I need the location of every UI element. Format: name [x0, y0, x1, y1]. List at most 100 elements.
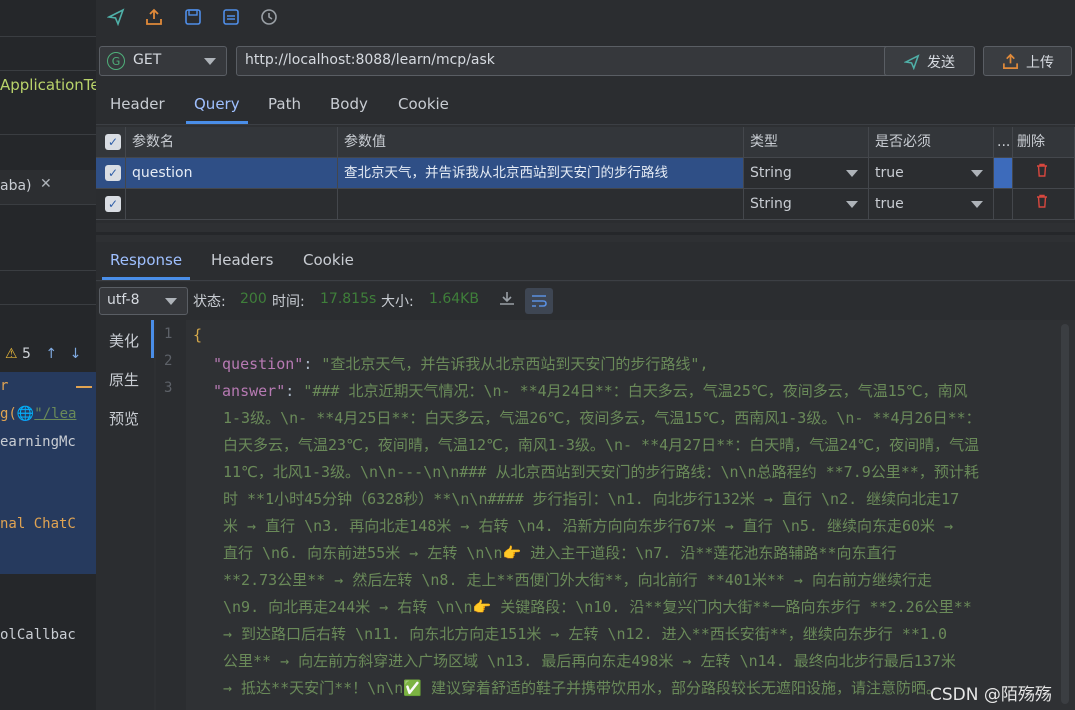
code-line: r [0, 378, 9, 394]
row-more-cell[interactable] [994, 189, 1013, 220]
line-number: 1 [164, 326, 173, 342]
arrow-up-icon[interactable]: ↑ [45, 346, 57, 362]
json-line: "answer": "### 北京近期天气情况：\n- **4月24日**：白天… [213, 382, 968, 400]
view-mode-preview[interactable]: 预览 [109, 408, 139, 429]
editor-tab-label: aba) [0, 178, 32, 194]
send-button[interactable]: 发送 [884, 46, 975, 76]
col-header-delete: 删除 [1013, 127, 1075, 158]
tab-header[interactable]: Header [110, 86, 165, 124]
delete-icon[interactable] [1013, 158, 1075, 189]
send-icon[interactable] [105, 6, 127, 28]
splitter[interactable] [96, 232, 1075, 235]
param-name-cell[interactable] [126, 189, 338, 220]
line-gutter: 1 2 3 [156, 320, 186, 710]
col-header-more[interactable]: ... [994, 127, 1013, 158]
editor-tab[interactable]: aba) ✕ [0, 170, 96, 205]
json-wrap-line: → 抵达**天安门**！\n\n✅ 建议穿着舒适的鞋子并携带饮用水，部分路段较长… [223, 679, 942, 697]
json-wrap-line: \n9. 向北再走244米 → 右转 \n\n👉 关键路段：\n10. 沿**复… [223, 598, 972, 616]
line-number: 2 [164, 353, 173, 369]
param-name-cell[interactable]: question [126, 158, 338, 189]
param-type-label: String [750, 165, 792, 181]
tab-body[interactable]: Body [330, 86, 368, 124]
time-value: 17.815s [320, 291, 377, 307]
col-header-type: 类型 [744, 127, 869, 158]
col-header-required: 是否必须 [869, 127, 994, 158]
json-line: "question": "查北京天气，并告诉我从北京西站到天安门的步行路线", [213, 355, 709, 373]
checkbox-checked-icon: ✓ [105, 165, 121, 181]
code-line: olCallbac [0, 627, 76, 643]
inspection-widget[interactable]: ⚠ 5 ↑ ↓ [5, 346, 81, 362]
json-wrap-line: 时 **1小时45分钟（6328秒）**\n\n#### 步行指引：\n1. 向… [223, 490, 960, 508]
param-type-select[interactable]: String [744, 189, 869, 220]
row-checkbox[interactable]: ✓ [96, 189, 126, 220]
size-label: 大小: [381, 294, 414, 310]
close-icon[interactable]: ✕ [40, 176, 52, 192]
active-mode-indicator [151, 320, 154, 358]
param-required-label: true [875, 165, 904, 181]
view-mode-rail: 美化 原生 预览 [96, 320, 154, 710]
url-text: http://localhost:8088/learn/mcp/ask [245, 52, 495, 68]
tab-response[interactable]: Response [101, 242, 191, 280]
json-wrap-line: 白天多云，气温23℃，夜间晴，气温12℃，南风1-3级。\n- **4月27日*… [223, 436, 980, 454]
request-bar: G GET http://localhost:8088/learn/mcp/as… [96, 36, 1075, 86]
warning-icon: ⚠ [5, 346, 18, 362]
row-checkbox[interactable]: ✓ [96, 158, 126, 189]
param-type-select[interactable]: String [744, 158, 869, 189]
editor-side-strip: ApplicationTe aba) ✕ ⚠ 5 ↑ ↓ r g(🌐"/lea … [0, 0, 97, 710]
wrap-text-icon[interactable] [525, 288, 553, 314]
checkbox-checked-icon: ✓ [105, 196, 121, 212]
upload-button[interactable]: 上传 [983, 46, 1072, 76]
run-config-label[interactable]: ApplicationTe [0, 76, 96, 94]
status-label: 状态: [193, 294, 226, 310]
strip-row [0, 0, 96, 37]
col-header-name: 参数名 [126, 127, 338, 158]
tab-resp-headers[interactable]: Headers [211, 242, 273, 280]
upload-icon[interactable] [143, 6, 165, 28]
status-value: 200 [240, 291, 267, 307]
api-debug-panel: G GET http://localhost:8088/learn/mcp/as… [96, 0, 1075, 710]
json-wrap-line: 直行 \n6. 向东前进55米 → 左转 \n\n👉 进入主干道段：\n7. 沿… [223, 544, 897, 562]
save-icon[interactable] [182, 6, 204, 28]
param-required-select[interactable]: true [869, 189, 994, 220]
method-badge: G [107, 52, 125, 70]
select-all-cell[interactable]: ✓ [96, 127, 126, 158]
send-button-label: 发送 [927, 55, 955, 71]
send-icon [904, 54, 920, 70]
download-icon[interactable] [498, 290, 520, 312]
json-wrap-line: 米 → 直行 \n3. 再向北走148米 → 右转 \n4. 沿新方向向东步行6… [223, 517, 954, 535]
code-line: g(🌐"/lea [0, 406, 77, 422]
row-more-cell[interactable] [994, 158, 1013, 189]
tab-cookie[interactable]: Cookie [398, 86, 449, 124]
strip-row [0, 36, 96, 71]
tab-query[interactable]: Query [186, 86, 248, 124]
param-value-cell[interactable] [338, 189, 744, 220]
tab-path[interactable]: Path [268, 86, 301, 124]
tab-resp-cookie[interactable]: Cookie [303, 242, 354, 280]
method-label: GET [133, 52, 162, 68]
url-input[interactable]: http://localhost:8088/learn/mcp/ask [236, 46, 970, 76]
method-select[interactable]: G GET [99, 46, 227, 76]
json-open-brace: { [193, 326, 203, 344]
chevron-down-icon [971, 170, 983, 177]
response-status-bar: utf-8 状态: 200 时间: 17.815s 大小: 1.64KB [96, 282, 1075, 320]
response-body-viewer[interactable]: 1 2 3 { "question": "查北京天气，并告诉我从北京西站到天安门… [156, 320, 1075, 710]
delete-icon[interactable] [1013, 189, 1075, 220]
encoding-select[interactable]: utf-8 [99, 287, 188, 315]
param-required-label: true [875, 196, 904, 212]
json-wrap-line: 1-3级。\n- **4月25日**：白天多云，气温26℃，夜间多云，气温15℃… [223, 409, 981, 427]
param-value-cell[interactable]: 查北京天气，并告诉我从北京西站到天安门的步行路线 [338, 158, 744, 189]
param-required-select[interactable]: true [869, 158, 994, 189]
arrow-down-icon[interactable]: ↓ [70, 346, 82, 362]
json-wrap-line: 公里** → 向左前方斜穿进入广场区域 \n13. 最后再向东走498米 → 左… [223, 652, 956, 670]
save-as-icon[interactable] [220, 6, 242, 28]
col-header-value: 参数值 [338, 127, 744, 158]
scrollbar[interactable] [1061, 324, 1069, 704]
history-icon[interactable] [258, 6, 280, 28]
chevron-down-icon [971, 201, 983, 208]
view-mode-raw[interactable]: 原生 [109, 369, 139, 390]
strip-row [0, 270, 96, 305]
view-mode-pretty[interactable]: 美化 [109, 330, 139, 351]
encoding-label: utf-8 [107, 292, 140, 308]
chevron-down-icon [846, 201, 858, 208]
request-tabs: Header Query Path Body Cookie [96, 86, 1075, 125]
